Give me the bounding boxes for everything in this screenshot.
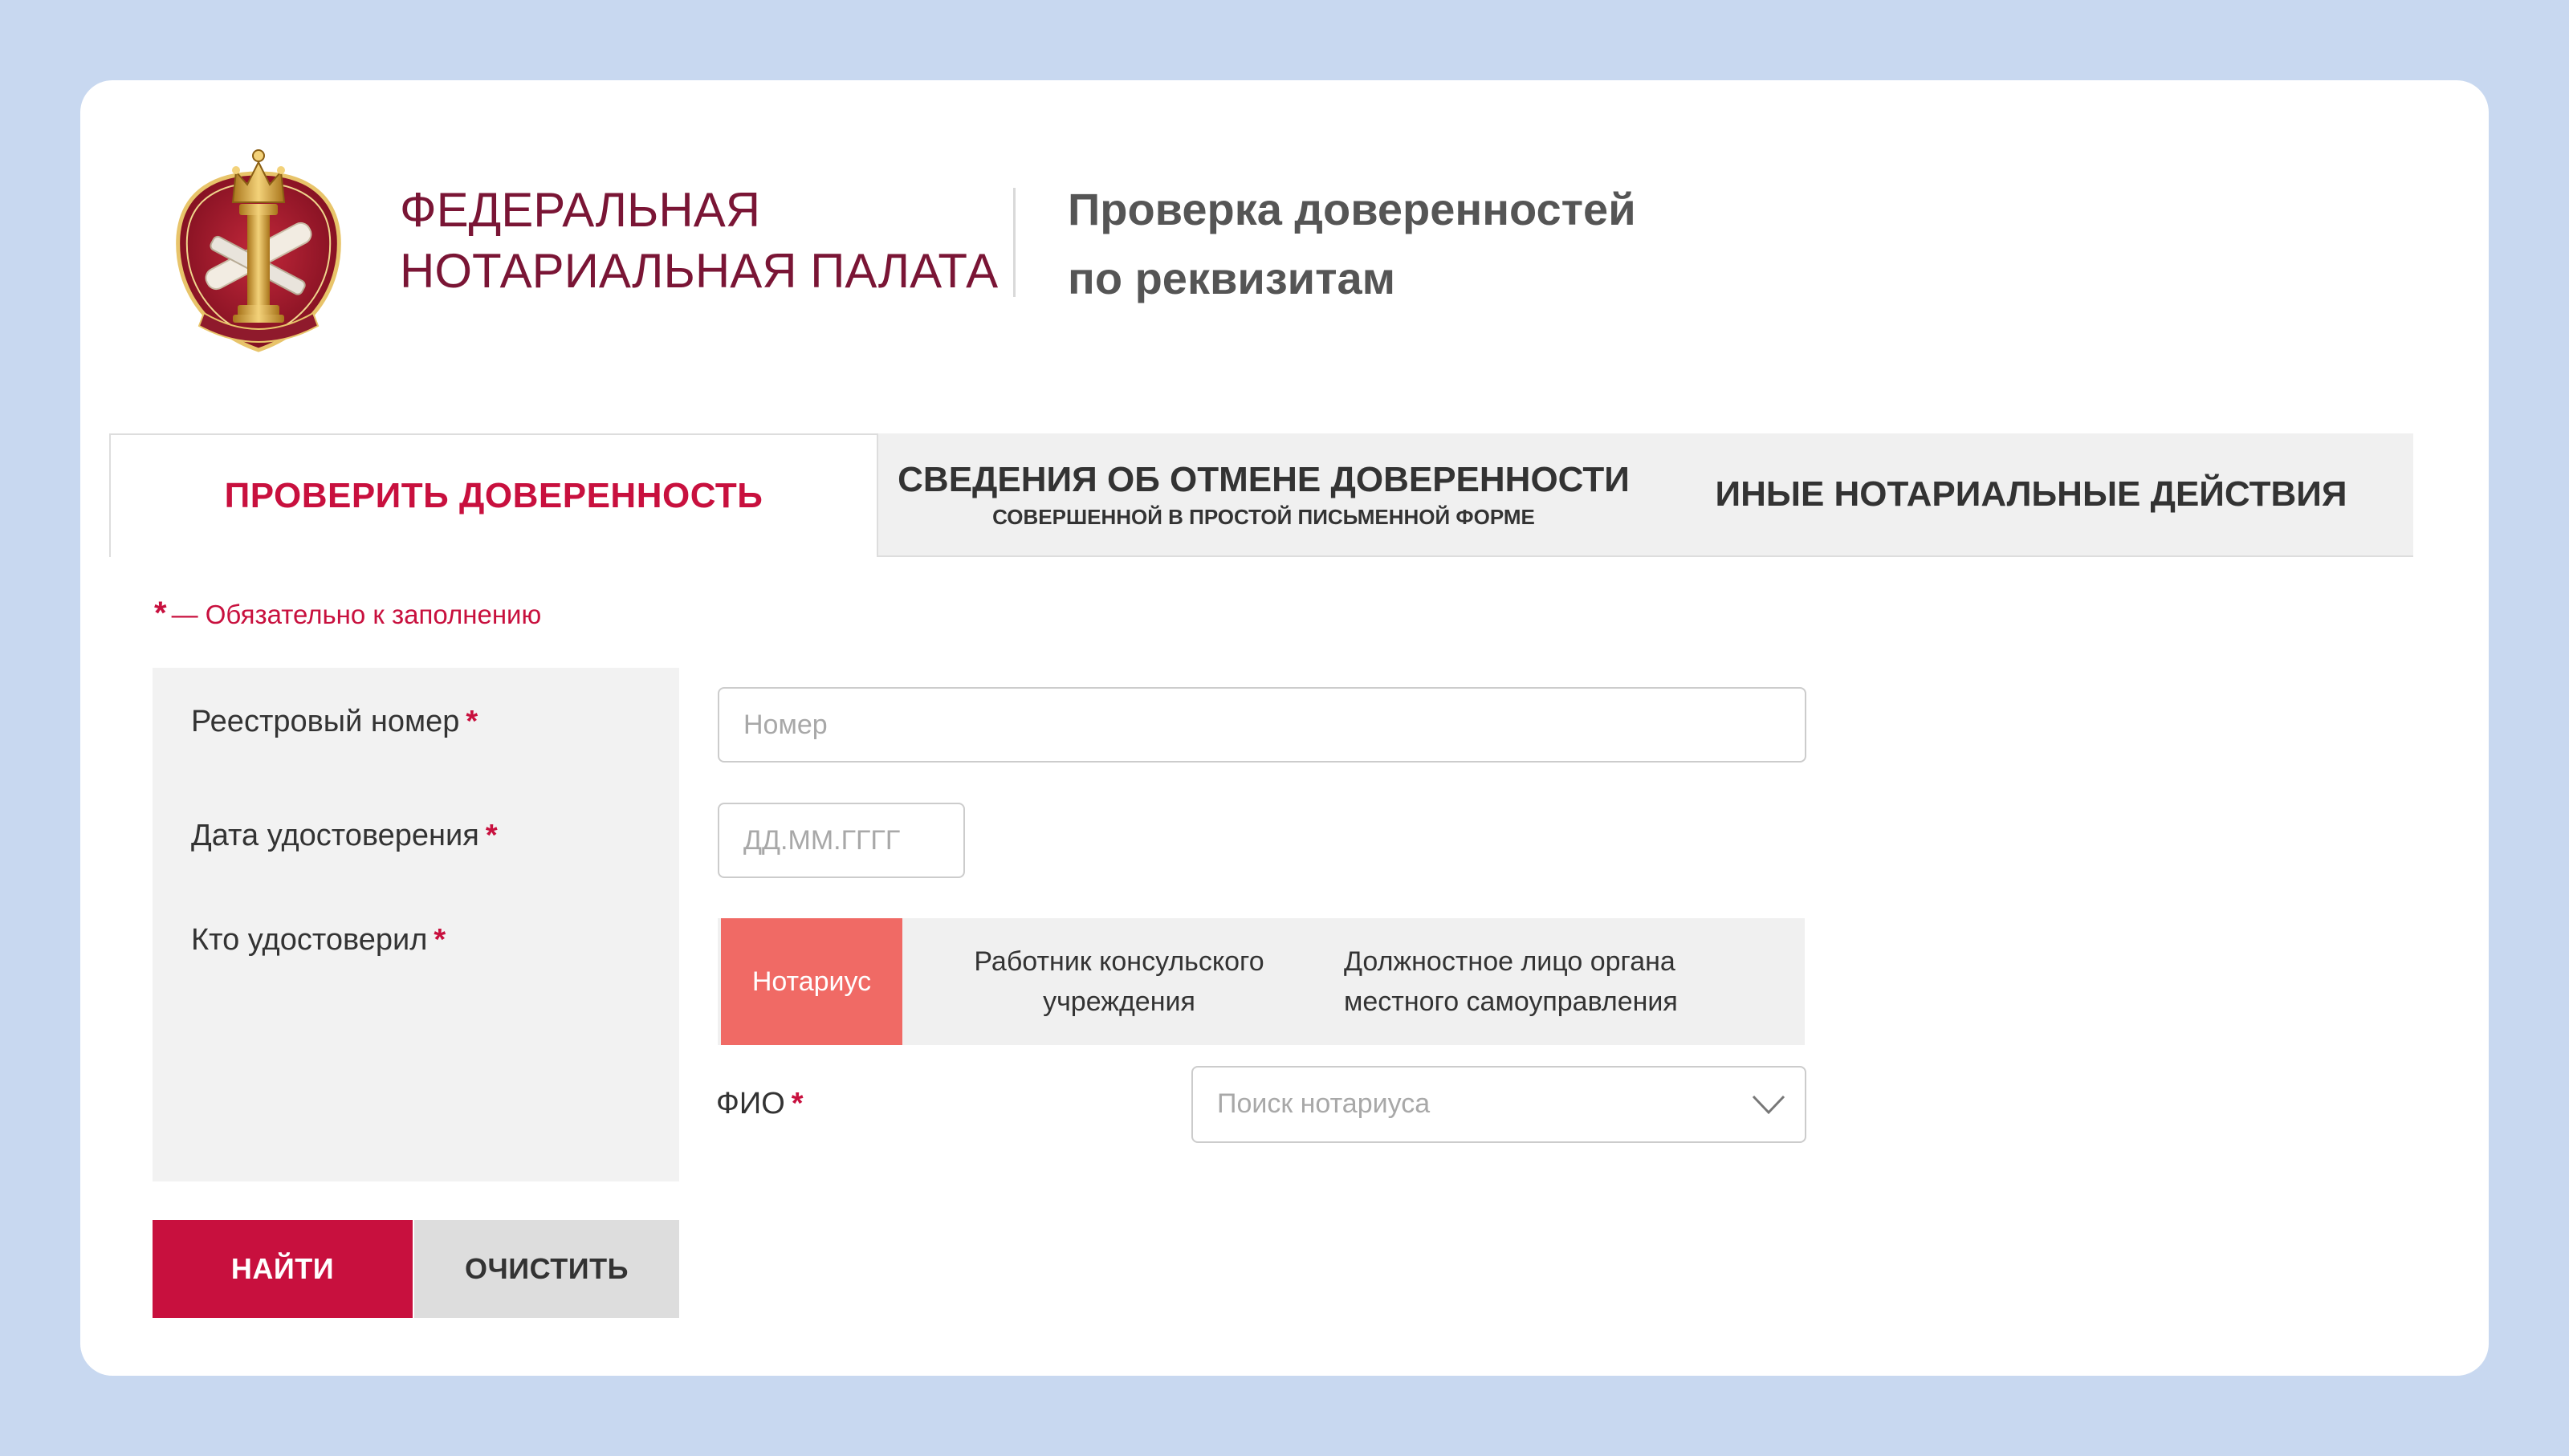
notary-search-select[interactable]: Поиск нотариуса bbox=[1191, 1066, 1806, 1143]
certified-by-label-text: Кто удостоверил bbox=[191, 923, 428, 957]
registry-number-label: Реестровый номер * bbox=[191, 705, 478, 739]
fio-label-text: ФИО bbox=[716, 1087, 785, 1120]
tab-other-notarial-actions[interactable]: ИНЫЕ НОТАРИАЛЬНЫЕ ДЕЙСТВИЯ bbox=[1649, 433, 2413, 555]
tab-sublabel: СОВЕРШЕННОЙ В ПРОСТОЙ ПИСЬМЕННОЙ ФОРМЕ bbox=[992, 504, 1535, 529]
notary-chamber-emblem-icon bbox=[176, 149, 341, 352]
option-local-government-official[interactable]: Должностное лицо органа местного самоупр… bbox=[1344, 918, 1745, 1045]
fio-label: ФИО * bbox=[716, 1087, 804, 1121]
option-label: Должностное лицо органа местного самоупр… bbox=[1344, 942, 1678, 1022]
find-button[interactable]: НАЙТИ bbox=[153, 1220, 413, 1318]
required-star: * bbox=[791, 1087, 804, 1120]
registry-number-input[interactable] bbox=[718, 687, 1806, 763]
tab-label: СВЕДЕНИЯ ОБ ОТМЕНЕ ДОВЕРЕННОСТИ bbox=[898, 459, 1630, 499]
required-note-text: — Обязательно к заполнению bbox=[171, 600, 542, 629]
tab-revocation-info[interactable]: СВЕДЕНИЯ ОБ ОТМЕНЕ ДОВЕРЕННОСТИ СОВЕРШЕН… bbox=[878, 433, 1649, 555]
organization-name-line1: Федеральная bbox=[400, 183, 761, 237]
chevron-down-icon bbox=[1752, 1095, 1785, 1115]
tab-check-power-of-attorney[interactable]: ПРОВЕРИТЬ ДОВЕРЕННОСТЬ bbox=[109, 433, 878, 557]
tab-bar: ПРОВЕРИТЬ ДОВЕРЕННОСТЬ СВЕДЕНИЯ ОБ ОТМЕН… bbox=[109, 433, 2413, 557]
certification-date-label: Дата удостоверения * bbox=[191, 819, 498, 853]
tab-label: ПРОВЕРИТЬ ДОВЕРЕННОСТЬ bbox=[224, 476, 763, 515]
option-label-line2: местного самоуправления bbox=[1344, 986, 1678, 1017]
option-label-line2: учреждения bbox=[1043, 986, 1195, 1017]
notary-search-placeholder: Поиск нотариуса bbox=[1217, 1088, 1431, 1119]
clear-button[interactable]: ОЧИСТИТЬ bbox=[414, 1220, 679, 1318]
certified-by-selector: Нотариус Работник консульского учреждени… bbox=[718, 918, 1805, 1045]
form-labels-panel: Реестровый номер * Дата удостоверения * Кт… bbox=[153, 668, 679, 1181]
option-label: Работник консульского учреждения bbox=[974, 942, 1264, 1022]
tab-label: ИНЫЕ НОТАРИАЛЬНЫЕ ДЕЙСТВИЯ bbox=[1715, 474, 2347, 514]
service-title: Проверка доверенностей по реквизитам bbox=[1068, 175, 1790, 313]
main-card: Федеральная нотариальная палата Проверка… bbox=[80, 80, 2489, 1376]
option-notary[interactable]: Нотариус bbox=[721, 918, 902, 1045]
registry-number-label-text: Реестровый номер bbox=[191, 705, 460, 738]
option-consular-worker[interactable]: Работник консульского учреждения bbox=[918, 918, 1320, 1045]
option-label: Нотариус bbox=[751, 966, 872, 997]
header-divider bbox=[1013, 188, 1016, 297]
certified-by-label: Кто удостоверил * bbox=[191, 923, 446, 958]
required-star: * bbox=[434, 923, 446, 957]
option-label-line1: Должностное лицо органа bbox=[1344, 946, 1675, 977]
service-title-line1: Проверка доверенностей bbox=[1068, 184, 1636, 234]
organization-name: Федеральная нотариальная палата bbox=[400, 180, 1010, 302]
certification-date-label-text: Дата удостоверения bbox=[191, 819, 479, 852]
required-fields-note: * — Обязательно к заполнению bbox=[154, 596, 541, 632]
certification-date-input[interactable] bbox=[718, 803, 965, 878]
option-label-line1: Работник консульского bbox=[974, 946, 1264, 977]
required-star: * bbox=[485, 819, 498, 852]
required-star: * bbox=[154, 596, 167, 631]
organization-name-line2: нотариальная палата bbox=[400, 244, 999, 298]
required-star: * bbox=[466, 705, 478, 738]
service-title-line2: по реквизитам bbox=[1068, 253, 1396, 303]
